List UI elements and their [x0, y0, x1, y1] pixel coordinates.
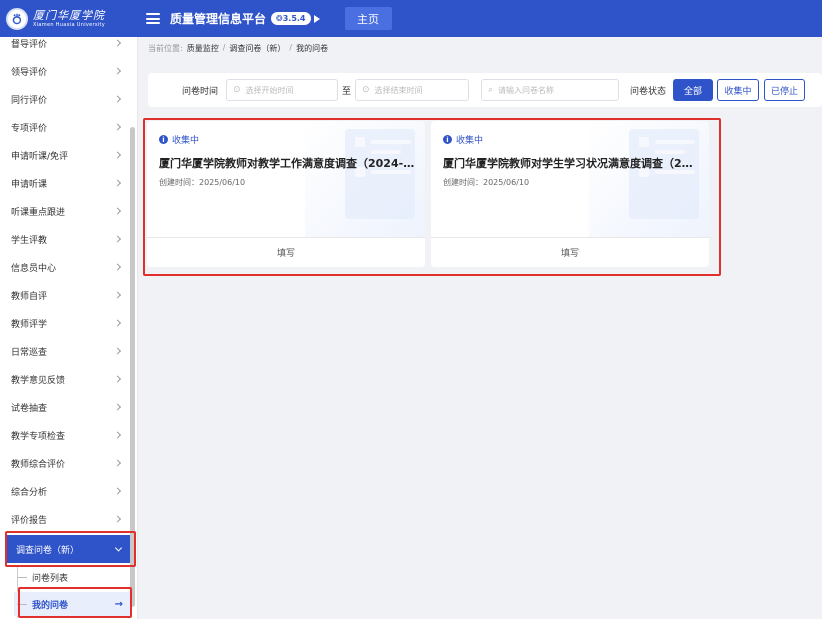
- sidebar: 督导评价 领导评价 同行评价 专项评价 申请听课/免评 申请听课 听课重点跟进 …: [0, 37, 138, 619]
- fill-button[interactable]: 填写: [147, 238, 425, 267]
- sidebar-item-teacher-self-eval[interactable]: 教师自评: [0, 281, 130, 309]
- sidebar-item-student-eval[interactable]: 学生评教: [0, 225, 130, 253]
- play-icon[interactable]: [313, 14, 320, 23]
- search-icon: ⌕: [488, 85, 494, 95]
- to-label: 至: [342, 87, 352, 97]
- chevron-right-icon: [113, 291, 122, 299]
- chevron-right-icon: [113, 95, 122, 103]
- chevron-right-icon: [113, 179, 122, 187]
- sidebar-item-special-inspection[interactable]: 教学专项检查: [0, 421, 130, 449]
- university-emblem-icon: ⛣: [6, 7, 28, 30]
- logo-english-name: Xiamen Huaxia University: [33, 21, 105, 28]
- logo[interactable]: ⛣ 厦门华厦学院 Xiamen Huaxia University: [0, 0, 138, 37]
- sidebar-item-leader-eval[interactable]: 领导评价: [0, 57, 130, 85]
- status-collecting-button[interactable]: 收集中: [717, 79, 759, 101]
- logo-chinese-name: 厦门华厦学院: [33, 8, 105, 22]
- end-time-input[interactable]: ⊙ 选择结束时间: [355, 79, 469, 101]
- clock-icon: ⊙: [362, 85, 370, 95]
- chevron-right-icon: [113, 347, 122, 355]
- chevron-right-icon: [113, 263, 122, 271]
- top-bar: ⛣ 厦门华厦学院 Xiamen Huaxia University 质量管理信息…: [0, 0, 822, 37]
- platform-title: 质量管理信息平台: [170, 12, 267, 26]
- sidebar-item-teacher-eval-study[interactable]: 教师评学: [0, 309, 130, 337]
- survey-card[interactable]: i收集中 厦门华厦学院教师对教学工作满意度调查（2024-2025学年） 创建时…: [147, 121, 425, 267]
- filter-bar: 问卷时间 ⊙ 选择开始时间 至 ⊙ 选择结束时间 ⌕ 请输入问卷名称 问卷状态 全部 …: [148, 73, 822, 107]
- sidebar-item-audit-followup[interactable]: 听课重点跟进: [0, 197, 130, 225]
- clock-icon: ⊙: [233, 85, 241, 95]
- sidebar-item-survey-new[interactable]: 调查问卷（新）: [5, 535, 131, 563]
- chevron-right-icon: [113, 375, 122, 383]
- fill-button[interactable]: 填写: [431, 238, 709, 267]
- sidebar-item-apply-audit[interactable]: 申请听课: [0, 169, 130, 197]
- sidebar-subitem-survey-list[interactable]: 问卷列表: [14, 565, 131, 589]
- chevron-right-icon: [113, 39, 122, 47]
- chevron-right-icon: [113, 319, 122, 327]
- chevron-right-icon: [113, 487, 122, 495]
- tab-home[interactable]: 主页: [344, 7, 392, 30]
- chevron-right-icon: [113, 151, 122, 159]
- time-label: 问卷时间: [182, 87, 219, 97]
- menu-toggle-icon[interactable]: [146, 13, 160, 24]
- breadcrumb: 当前位置: 质量监控 / 调查问卷（新） / 我的问卷: [148, 43, 329, 54]
- breadcrumb-item[interactable]: 调查问卷（新）: [229, 43, 285, 54]
- status-stopped-button[interactable]: 已停止: [764, 79, 805, 101]
- start-time-input[interactable]: ⊙ 选择开始时间: [226, 79, 338, 101]
- chevron-down-icon: [114, 544, 123, 552]
- sidebar-item-daily-patrol[interactable]: 日常巡查: [0, 337, 130, 365]
- status-label: 问卷状态: [630, 87, 667, 97]
- chevron-right-icon: [113, 431, 122, 439]
- sidebar-item-informant-center[interactable]: 信息员中心: [0, 253, 130, 281]
- version-badge: ❂3.5.4: [271, 12, 311, 25]
- sidebar-item-exam-paper-check[interactable]: 试卷抽查: [0, 393, 130, 421]
- sidebar-item-eval-report[interactable]: 评价报告: [0, 505, 130, 533]
- status-all-button[interactable]: 全部: [673, 79, 713, 101]
- card-title: 厦门华厦学院教师对学生学习状况满意度调查（2024-2025学年）: [443, 157, 699, 170]
- sidebar-item-peer-eval[interactable]: 同行评价: [0, 85, 130, 113]
- survey-card[interactable]: i收集中 厦门华厦学院教师对学生学习状况满意度调查（2024-2025学年） 创…: [431, 121, 709, 267]
- breadcrumb-item: 我的问卷: [296, 44, 329, 53]
- chevron-right-icon: [113, 123, 122, 131]
- sidebar-item-supervisor-eval[interactable]: 督导评价: [0, 37, 130, 57]
- sidebar-subitem-my-survey[interactable]: 我的问卷 →: [14, 592, 131, 616]
- sidebar-item-special-eval[interactable]: 专项评价: [0, 113, 130, 141]
- sidebar-scrollbar[interactable]: [130, 127, 135, 607]
- sidebar-item-teaching-feedback[interactable]: 教学意见反馈: [0, 365, 130, 393]
- card-title: 厦门华厦学院教师对教学工作满意度调查（2024-2025学年）: [159, 157, 415, 170]
- status-badge: i 收集中: [443, 133, 483, 146]
- info-icon: i: [443, 135, 452, 144]
- chevron-right-icon: [113, 403, 122, 411]
- breadcrumb-item[interactable]: 质量监控: [187, 43, 219, 54]
- survey-name-input[interactable]: ⌕ 请输入问卷名称: [481, 79, 619, 101]
- sidebar-item-teacher-overall-eval[interactable]: 教师综合评价: [0, 449, 130, 477]
- chevron-right-icon: [113, 235, 122, 243]
- sidebar-item-overall-analysis[interactable]: 综合分析: [0, 477, 130, 505]
- arrow-right-icon: →: [114, 598, 123, 610]
- card-created-date: 创建时间：2025/06/10: [443, 178, 530, 187]
- status-badge: i 收集中: [159, 133, 199, 146]
- chevron-right-icon: [113, 515, 122, 523]
- info-icon: i: [159, 135, 168, 144]
- card-created-date: 创建时间：2025/06/10: [159, 178, 246, 187]
- sidebar-item-apply-audit-exempt[interactable]: 申请听课/免评: [0, 141, 130, 169]
- chevron-right-icon: [113, 459, 122, 467]
- chevron-right-icon: [113, 207, 122, 215]
- chevron-right-icon: [113, 67, 122, 75]
